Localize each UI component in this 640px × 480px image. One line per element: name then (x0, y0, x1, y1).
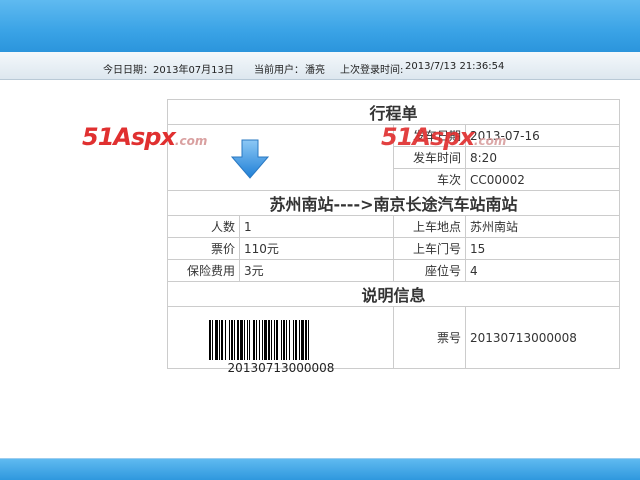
route-text: 苏州南站---->南京长途汽车站南站 (166, 190, 621, 216)
watermark-logo-left: 51Aspx.com (82, 123, 207, 151)
seat-label: 座位号 (393, 259, 466, 282)
ticket-no-value: 20130713000008 (464, 306, 621, 369)
date-value: 2013年07月13日 (153, 65, 234, 76)
price-label: 票价 (167, 237, 240, 260)
boarding-place-value: 苏州南站 (464, 215, 621, 238)
date-label: 今日日期： (103, 65, 153, 76)
seat-value: 4 (464, 259, 621, 282)
user-label: 当前用户： (254, 65, 304, 76)
watermark-main: 51Aspx (381, 123, 475, 151)
last-login-value: 2013/7/13 21:36:54 (405, 61, 505, 72)
down-arrow-icon (231, 139, 269, 179)
bottom-banner (0, 458, 640, 480)
watermark-main: 51Aspx (82, 123, 176, 151)
itinerary-title: 行程单 (166, 99, 621, 125)
info-bar: 今日日期： 2013年07月13日 当前用户： 潘亮 上次登录时间: 2013/… (0, 52, 640, 80)
insurance-value: 3元 (239, 259, 394, 282)
gate-value: 15 (464, 237, 621, 260)
top-banner (0, 0, 640, 52)
people-label: 人数 (167, 215, 240, 238)
watermark-suffix: .com (473, 134, 507, 148)
insurance-label: 保险费用 (167, 259, 240, 282)
people-value: 1 (239, 215, 394, 238)
gate-label: 上车门号 (393, 237, 466, 260)
user-value: 潘亮 (305, 65, 325, 76)
ticket-no-label: 票号 (393, 306, 466, 369)
notes-title: 说明信息 (166, 281, 621, 307)
watermark-suffix: .com (174, 134, 208, 148)
boarding-place-label: 上车地点 (393, 215, 466, 238)
last-login-label: 上次登录时间: (340, 65, 404, 76)
train-no-label: 车次 (393, 168, 466, 191)
barcode-number: 20130713000008 (227, 361, 335, 375)
watermark-logo-right: 51Aspx.com (381, 123, 506, 151)
train-no-value: CC00002 (464, 168, 621, 191)
price-value: 110元 (239, 237, 394, 260)
